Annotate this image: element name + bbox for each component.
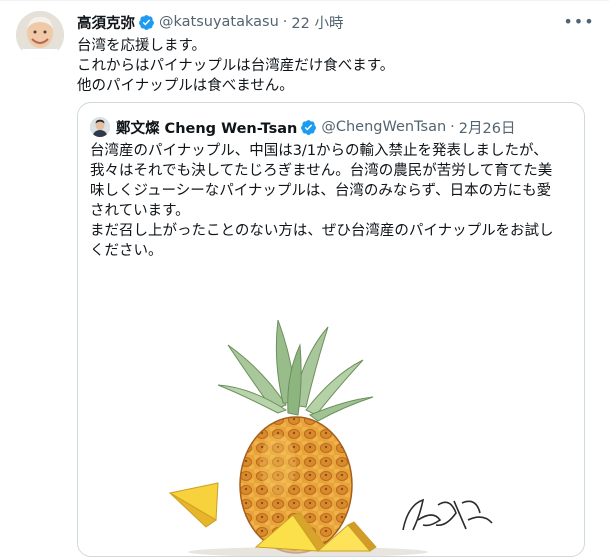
quoted-line: 味しくジューシーなパイナップルは、台湾のみならず、日本の方にも愛 xyxy=(90,183,552,199)
separator: · xyxy=(450,119,455,135)
quoted-tweet-header: 鄭文燦 Cheng Wen-Tsan @ChengWenTsan · 2月26日 xyxy=(90,116,515,138)
verified-badge-icon xyxy=(301,119,317,135)
handle[interactable]: @katsuyatakasu xyxy=(159,14,279,30)
tweet-line: 他のパイナップルは食べません。 xyxy=(77,78,294,94)
tweet-line: 台湾を応援します。 xyxy=(77,38,207,54)
tweet-text: 台湾を応援します。 これからはパイナップルは台湾産だけ食べます。 他のパイナップ… xyxy=(77,36,587,96)
quoted-line: 我々はそれでも決してたじろぎません。台湾の農民が苦労して育てた美 xyxy=(90,163,553,179)
quoted-handle: @ChengWenTsan xyxy=(321,119,447,135)
quoted-line: されています。 xyxy=(90,203,190,219)
quoted-tweet[interactable]: 鄭文燦 Cheng Wen-Tsan @ChengWenTsan · 2月26日… xyxy=(77,102,585,557)
tweet-line: これからはパイナップルは台湾産だけ食べます。 xyxy=(77,58,395,74)
verified-badge-icon xyxy=(139,14,154,30)
display-name[interactable]: 高須克弥 xyxy=(77,12,135,33)
quoted-line: ください。 xyxy=(90,243,163,259)
quoted-timestamp: 2月26日 xyxy=(458,120,516,137)
pineapple-illustration[interactable] xyxy=(78,315,584,556)
quoted-avatar-image xyxy=(90,117,110,137)
quoted-line: 台湾産のパイナップル、中国は3/1からの輸入禁止を発表しましたが、 xyxy=(90,143,548,159)
avatar[interactable] xyxy=(16,11,64,59)
quoted-avatar xyxy=(90,117,110,137)
separator: · xyxy=(282,14,288,30)
more-options-icon[interactable]: ••• xyxy=(563,11,593,31)
tweet-header: 高須克弥 @katsuyatakasu · 22 小時 xyxy=(77,12,343,32)
quoted-line: まだ召し上がったことのない方は、ぜひ台湾産のパイナップルをお試し xyxy=(90,223,554,239)
quoted-display-name[interactable]: 鄭文燦 Cheng Wen-Tsan xyxy=(116,117,297,138)
quoted-tweet-text: 台湾産のパイナップル、中国は3/1からの輸入禁止を発表しましたが、 我々はそれで… xyxy=(90,141,576,261)
tweet-card[interactable]: 高須克弥 @katsuyatakasu · 22 小時 ••• 台湾を応援します… xyxy=(0,0,609,559)
avatar-image xyxy=(16,11,64,59)
timestamp[interactable]: 22 小時 xyxy=(291,12,343,33)
